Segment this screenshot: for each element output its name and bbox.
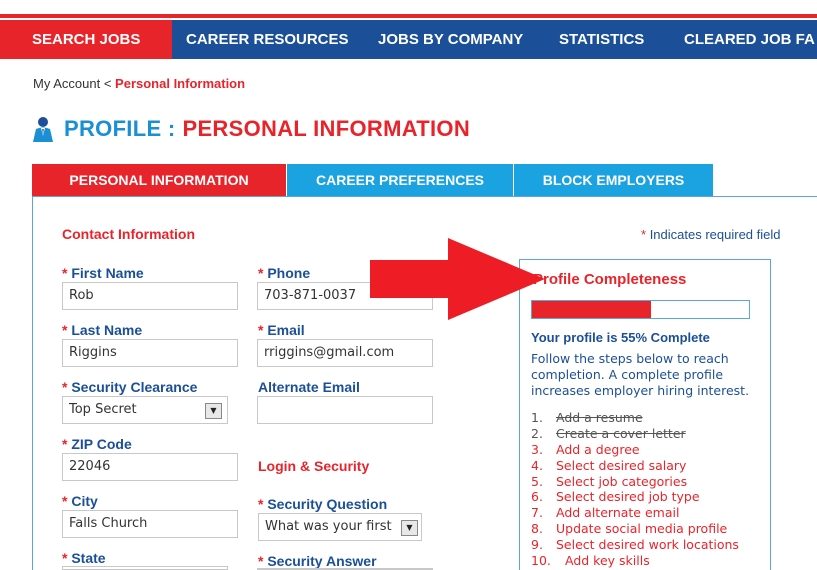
dropdown-arrow-icon[interactable]: ▼ <box>401 520 418 536</box>
completeness-step[interactable]: 9. Select desired work locations <box>531 537 739 553</box>
city-input[interactable]: Falls Church <box>62 510 238 538</box>
step-text: Add a degree <box>556 441 640 457</box>
completeness-title: Profile Completeness <box>533 271 687 288</box>
alt-email-input[interactable] <box>257 396 433 424</box>
step-number: 7. <box>531 505 543 521</box>
last-name-input[interactable]: Riggins <box>62 339 238 367</box>
clearance-value: Top Secret <box>69 402 137 417</box>
first-name-input[interactable]: Rob <box>62 282 238 310</box>
nav-search-jobs[interactable]: SEARCH JOBS <box>0 20 172 59</box>
completeness-description: Follow the steps below to reach completi… <box>531 351 750 398</box>
city-label: * City <box>62 493 98 509</box>
state-select[interactable] <box>62 566 228 570</box>
contact-info-heading: Contact Information <box>62 226 195 242</box>
dropdown-arrow-icon[interactable]: ▼ <box>205 403 222 419</box>
main-nav: SEARCH JOBS CAREER RESOURCES JOBS BY COM… <box>0 20 817 59</box>
completeness-step[interactable]: 2. Create a cover letter <box>531 426 739 442</box>
completeness-status: Your profile is 55% Complete <box>531 330 710 345</box>
step-number: 9. <box>531 537 543 553</box>
breadcrumb-separator: < <box>103 76 112 91</box>
state-label: * State <box>62 550 106 566</box>
red-arrow-icon <box>370 238 545 320</box>
page-title-section: PERSONAL INFORMATION <box>182 116 471 141</box>
step-number: 4. <box>531 457 543 473</box>
step-text: Add key skills <box>565 553 650 569</box>
step-text: Select desired job type <box>556 489 700 505</box>
security-question-value: What was your first <box>265 519 392 534</box>
breadcrumb-my-account[interactable]: My Account <box>33 76 100 91</box>
profile-completeness-box: Profile Completeness Your profile is 55%… <box>519 259 771 570</box>
security-question-select[interactable]: What was your first ▼ <box>258 513 422 541</box>
completeness-step[interactable]: 10. Add key skills <box>531 553 739 569</box>
tab-block-employers[interactable]: BLOCK EMPLOYERS <box>514 164 713 197</box>
completeness-step[interactable]: 4. Select desired salary <box>531 458 739 474</box>
completeness-step[interactable]: 8. Update social media profile <box>531 521 739 537</box>
step-number: 6. <box>531 489 543 505</box>
nav-jobs-by-company[interactable]: JOBS BY COMPANY <box>365 20 546 59</box>
email-input[interactable]: rriggins@gmail.com <box>257 339 433 367</box>
step-text: Select desired salary <box>556 457 687 473</box>
login-security-heading: Login & Security <box>258 458 370 474</box>
tab-career-preferences[interactable]: CAREER PREFERENCES <box>287 164 513 197</box>
completeness-step[interactable]: 3. Add a degree <box>531 442 739 458</box>
step-number: 3. <box>531 441 543 457</box>
breadcrumb-current: Personal Information <box>115 76 246 91</box>
profile-tabs: PERSONAL INFORMATION CAREER PREFERENCES … <box>32 164 713 197</box>
first-name-label: * First Name <box>62 265 144 281</box>
required-note: * Indicates required field <box>641 227 781 242</box>
phone-label: * Phone <box>258 265 311 281</box>
clearance-select[interactable]: Top Secret ▼ <box>62 396 228 424</box>
completeness-progress-fill <box>532 301 652 318</box>
completeness-progress-bar <box>531 300 750 319</box>
person-icon <box>33 117 53 142</box>
zip-label: * ZIP Code <box>62 436 132 452</box>
completeness-step[interactable]: 5. Select job categories <box>531 474 739 490</box>
security-question-label: * Security Question <box>258 496 388 512</box>
step-number: 1. <box>531 410 543 425</box>
completeness-step[interactable]: 6. Select desired job type <box>531 489 739 505</box>
alt-email-label: Alternate Email <box>258 379 360 395</box>
completeness-step[interactable]: 1. Add a resume <box>531 410 739 426</box>
security-answer-label: * Security Answer <box>258 553 377 569</box>
nav-statistics[interactable]: STATISTICS <box>546 20 671 59</box>
last-name-label: * Last Name <box>62 322 143 338</box>
nav-career-resources[interactable]: CAREER RESOURCES <box>172 20 365 59</box>
step-text: Update social media profile <box>556 521 728 537</box>
clearance-label: * Security Clearance <box>62 379 198 395</box>
top-accent-line <box>0 14 817 18</box>
completeness-steps: 1. Add a resume 2. Create a cover letter 3. A… <box>531 410 739 569</box>
email-label: * Email <box>258 322 305 338</box>
step-text: Select desired work locations <box>556 537 739 553</box>
nav-cleared-job-fairs[interactable]: CLEARED JOB FA <box>671 20 817 59</box>
step-number: 10. <box>531 553 551 569</box>
step-text: Select job categories <box>556 473 688 489</box>
page-title-profile: PROFILE : <box>64 116 176 141</box>
step-number: 2. <box>531 425 543 441</box>
step-text: Create a cover letter <box>556 425 686 441</box>
tab-personal-information[interactable]: PERSONAL INFORMATION <box>32 164 286 197</box>
page-title: PROFILE : PERSONAL INFORMATION <box>32 113 470 145</box>
step-text: Add alternate email <box>556 505 680 521</box>
step-number: 8. <box>531 521 543 537</box>
step-text: Add a resume <box>556 410 643 425</box>
step-number: 5. <box>531 473 543 489</box>
breadcrumb: My Account < Personal Information <box>33 76 245 91</box>
zip-input[interactable]: 22046 <box>62 453 238 481</box>
completeness-step[interactable]: 7. Add alternate email <box>531 505 739 521</box>
